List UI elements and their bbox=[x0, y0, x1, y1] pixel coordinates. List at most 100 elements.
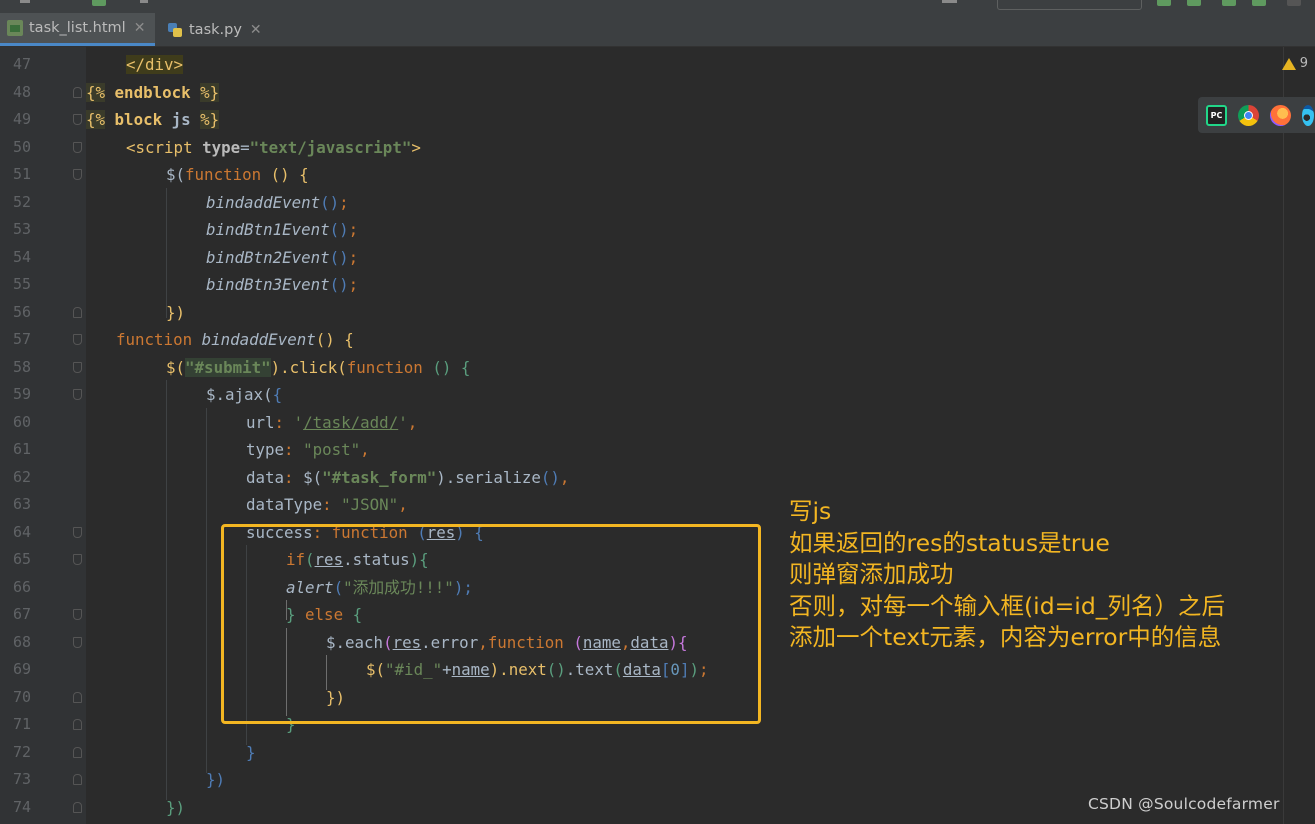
fold-marker-icon[interactable] bbox=[73, 526, 82, 538]
code-text: function bindaddEvent() { bbox=[116, 330, 354, 349]
fold-marker-icon[interactable] bbox=[73, 691, 82, 703]
line-number: 72 bbox=[12, 742, 31, 761]
line-number: 74 bbox=[12, 797, 31, 816]
fold-marker-icon[interactable] bbox=[73, 389, 82, 400]
pycharm-icon[interactable]: PC bbox=[1206, 104, 1227, 126]
code-line[interactable]: 60 url: '/task/add/', bbox=[0, 409, 1280, 437]
html-file-icon bbox=[7, 20, 23, 36]
run-configuration-selector[interactable] bbox=[997, 0, 1142, 10]
line-number: 63 bbox=[12, 495, 31, 513]
code-text: dataType: "JSON", bbox=[246, 495, 408, 514]
annotation-title: 写js bbox=[789, 497, 832, 525]
line-number: 70 bbox=[12, 687, 31, 706]
line-number: 62 bbox=[12, 467, 31, 486]
fold-marker-icon[interactable] bbox=[73, 609, 82, 620]
run-icon[interactable] bbox=[1157, 0, 1171, 6]
code-text: data: $("#task_form").serialize(), bbox=[246, 467, 570, 487]
code-line[interactable]: 58 $("#submit").click(function () { bbox=[0, 354, 1280, 382]
code-line[interactable]: 56 }) bbox=[0, 299, 1280, 327]
line-number: 59 bbox=[12, 385, 31, 403]
edge-icon[interactable] bbox=[1302, 104, 1314, 126]
line-number: 48 bbox=[12, 82, 31, 101]
code-text: $.ajax({ bbox=[206, 385, 283, 404]
fold-marker-icon[interactable] bbox=[73, 774, 82, 785]
code-text: } bbox=[246, 742, 256, 762]
annotation-line: 则弹窗添加成功 bbox=[789, 560, 954, 588]
code-line[interactable]: 51 $(function () { bbox=[0, 161, 1280, 189]
line-number: 53 bbox=[12, 220, 31, 238]
annotation-note: 写js 如果返回的res的status是true 则弹窗添加成功 否则，对每一个… bbox=[789, 496, 1225, 654]
line-number: 52 bbox=[12, 192, 31, 211]
code-line[interactable]: 61 type: "post", bbox=[0, 436, 1280, 464]
line-number: 49 bbox=[12, 110, 31, 128]
line-number: 71 bbox=[12, 715, 31, 733]
code-line[interactable]: 54 bindBtn2Event(); bbox=[0, 244, 1280, 272]
code-line[interactable]: 62 data: $("#task_form").serialize(), bbox=[0, 464, 1280, 492]
annotation-line: 否则，对每一个输入框(id=id_列名）之后 bbox=[789, 591, 1226, 620]
tab-task-list-html[interactable]: task_list.html ✕ bbox=[0, 13, 155, 46]
fold-marker-icon[interactable] bbox=[73, 719, 82, 730]
code-line[interactable]: 47 </div> bbox=[0, 51, 1280, 79]
code-text: bindBtn2Event(); bbox=[206, 247, 359, 267]
code-line[interactable]: 72 } bbox=[0, 739, 1280, 767]
fold-marker-icon[interactable] bbox=[73, 334, 82, 345]
inspection-widget[interactable]: 9 bbox=[1281, 56, 1308, 71]
line-number: 64 bbox=[12, 522, 31, 541]
tab-task-py[interactable]: task.py ✕ bbox=[160, 13, 265, 46]
line-number: 65 bbox=[12, 550, 31, 568]
project-icon[interactable] bbox=[92, 0, 106, 6]
code-text: url: '/task/add/', bbox=[246, 412, 418, 432]
fold-marker-icon[interactable] bbox=[73, 86, 82, 98]
code-line[interactable]: 53 bindBtn1Event(); bbox=[0, 216, 1280, 244]
line-number: 61 bbox=[12, 440, 31, 458]
code-text: {% endblock %} bbox=[86, 82, 220, 102]
fold-marker-icon[interactable] bbox=[73, 636, 82, 648]
code-line[interactable]: 52 bindaddEvent(); bbox=[0, 189, 1280, 217]
line-number: 69 bbox=[12, 660, 31, 678]
code-text: }) bbox=[166, 797, 186, 817]
code-line[interactable]: 49 {% block js %} bbox=[0, 106, 1280, 134]
line-number: 66 bbox=[12, 577, 31, 596]
fold-marker-icon[interactable] bbox=[73, 169, 82, 180]
close-icon[interactable]: ✕ bbox=[134, 20, 146, 36]
editor-tab-bar: task_list.html ✕ task.py ✕ bbox=[0, 13, 1315, 47]
warning-count: 9 bbox=[1299, 56, 1308, 71]
code-line[interactable]: 50 <script type="text/javascript"> bbox=[0, 134, 1280, 162]
python-file-icon bbox=[167, 22, 183, 38]
line-number: 57 bbox=[12, 330, 31, 348]
fold-marker-icon[interactable] bbox=[73, 746, 82, 758]
line-number: 47 bbox=[12, 55, 31, 73]
fold-marker-icon[interactable] bbox=[73, 306, 82, 318]
watermark: CSDN @Soulcodefarmer bbox=[1088, 795, 1280, 813]
line-number: 73 bbox=[12, 770, 31, 788]
code-line[interactable]: 73 }) bbox=[0, 766, 1280, 794]
line-number: 56 bbox=[12, 302, 31, 321]
toolbar-mark bbox=[140, 0, 148, 3]
warning-icon bbox=[1281, 57, 1296, 70]
code-line[interactable]: 59 $.ajax({ bbox=[0, 381, 1280, 409]
stop-icon[interactable] bbox=[1287, 0, 1301, 6]
fold-marker-icon[interactable] bbox=[73, 361, 82, 373]
profile-icon[interactable] bbox=[1252, 0, 1266, 6]
fold-marker-icon[interactable] bbox=[73, 141, 82, 153]
editor-scrollbar[interactable] bbox=[1283, 47, 1284, 824]
debug-icon[interactable] bbox=[1187, 0, 1201, 6]
chrome-icon[interactable] bbox=[1238, 104, 1259, 126]
code-text: {% block js %} bbox=[86, 110, 220, 129]
main-toolbar bbox=[0, 0, 1315, 13]
firefox-icon[interactable] bbox=[1270, 104, 1291, 126]
fold-marker-icon[interactable] bbox=[73, 554, 82, 565]
fold-marker-icon[interactable] bbox=[73, 114, 82, 125]
close-icon[interactable]: ✕ bbox=[250, 22, 262, 38]
code-line[interactable]: 57 function bindaddEvent() { bbox=[0, 326, 1280, 354]
code-line[interactable]: 48 {% endblock %} bbox=[0, 79, 1280, 107]
line-number: 51 bbox=[12, 165, 31, 183]
code-line[interactable]: 55 bindBtn3Event(); bbox=[0, 271, 1280, 299]
line-number: 60 bbox=[12, 412, 31, 431]
toolbar-mark bbox=[942, 0, 957, 3]
fold-marker-icon[interactable] bbox=[73, 801, 82, 813]
code-text: type: "post", bbox=[246, 440, 370, 459]
highlight-box bbox=[221, 524, 761, 724]
coverage-icon[interactable] bbox=[1222, 0, 1236, 6]
annotation-line: 如果返回的res的status是true bbox=[789, 528, 1110, 557]
